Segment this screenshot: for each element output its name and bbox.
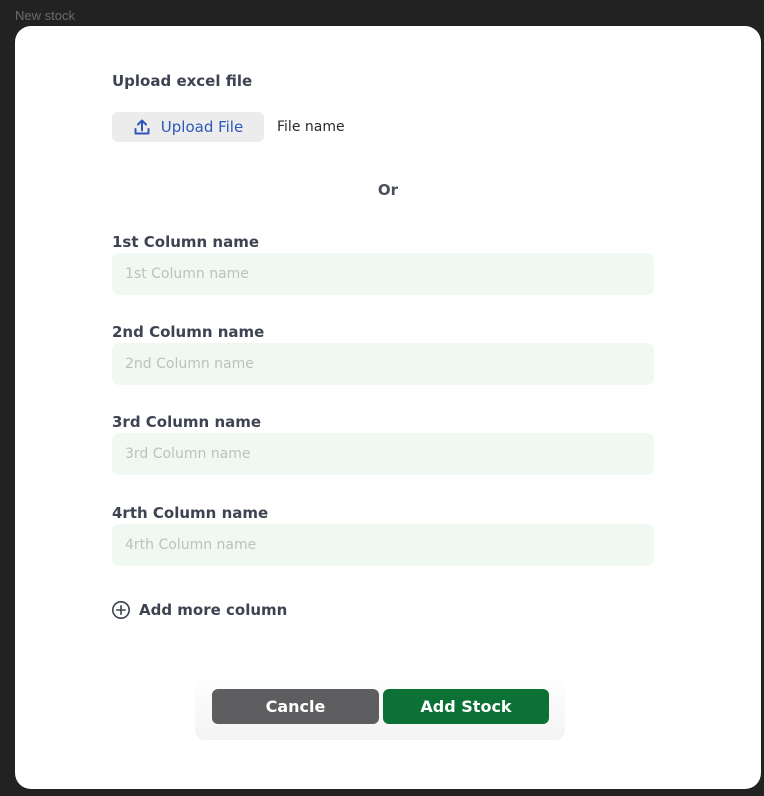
upload-section-label: Upload excel file	[112, 72, 253, 90]
column-name-input-4[interactable]	[112, 524, 654, 566]
add-more-column-label: Add more column	[139, 601, 288, 619]
add-stock-button[interactable]: Add Stock	[383, 689, 549, 724]
add-more-column-button[interactable]: Add more column	[111, 600, 287, 620]
field-label-4: 4rth Column name	[112, 504, 269, 522]
or-divider: Or	[377, 181, 399, 199]
field-label-2: 2nd Column name	[112, 323, 265, 341]
upload-file-button-label: Upload File	[160, 118, 244, 136]
cancel-button[interactable]: Cancle	[212, 689, 379, 724]
upload-file-button[interactable]: Upload File	[112, 112, 264, 142]
column-name-input-2[interactable]	[112, 343, 654, 385]
file-name-text: File name	[277, 119, 345, 135]
upload-icon	[133, 118, 151, 136]
field-label-1: 1st Column name	[112, 233, 260, 251]
window-title: New stock	[15, 8, 75, 23]
column-name-input-1[interactable]	[112, 253, 654, 295]
column-name-input-3[interactable]	[112, 433, 654, 475]
field-label-3: 3rd Column name	[112, 413, 262, 431]
new-stock-modal: Upload excel file Upload File File name …	[15, 26, 761, 789]
plus-circle-icon	[111, 600, 131, 620]
